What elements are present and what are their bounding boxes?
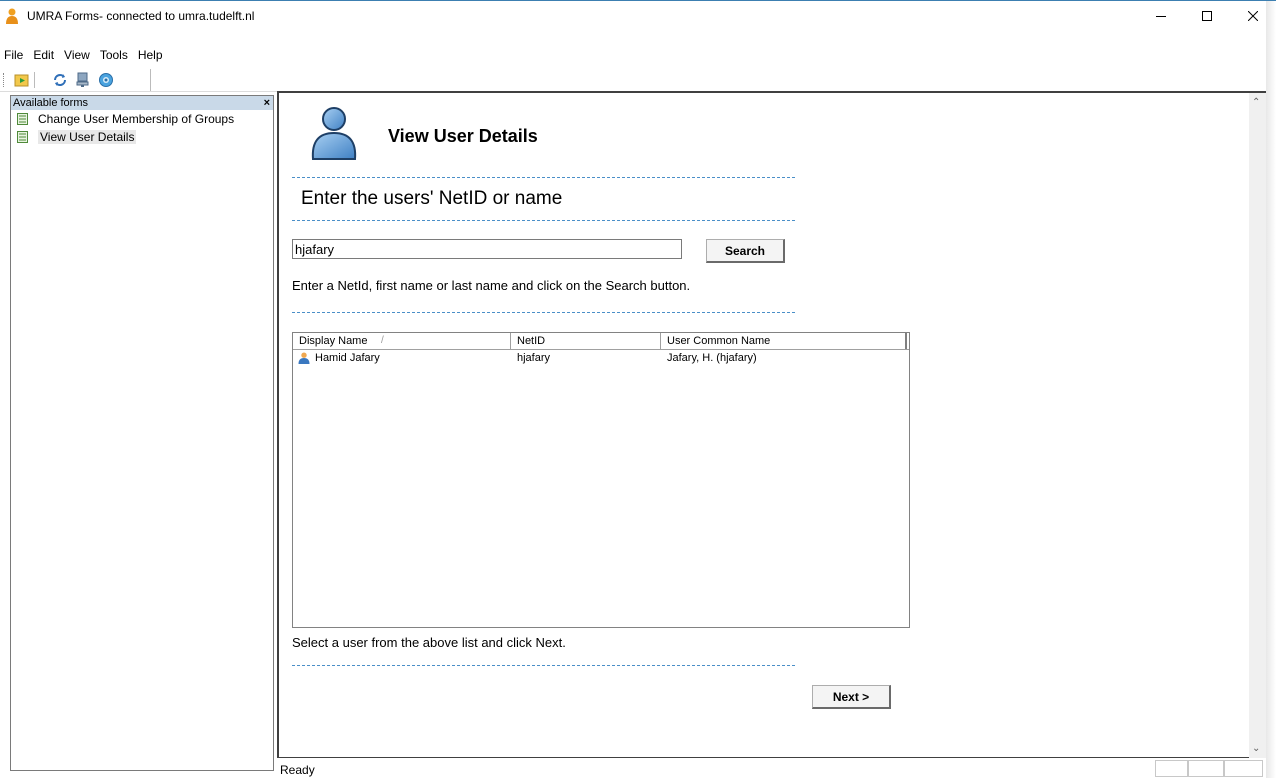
divider (292, 220, 795, 221)
form-item-view-user-details[interactable]: View User Details (11, 128, 273, 146)
open-form-icon (14, 74, 29, 87)
minimize-button[interactable] (1138, 1, 1184, 31)
title-bar: UMRA Forms- connected to umra.tudelft.nl (0, 1, 1276, 31)
column-common-name[interactable]: User Common Name (661, 333, 907, 349)
available-forms-pane: Available forms × Change User Membership… (10, 95, 274, 771)
vertical-scrollbar[interactable]: ⌃ ⌄ (1249, 93, 1266, 758)
refresh-button[interactable] (51, 71, 69, 89)
status-panel (1155, 760, 1188, 777)
form-title: View User Details (388, 126, 538, 146)
search-input[interactable] (292, 239, 682, 259)
column-label: NetID (517, 335, 546, 347)
search-button[interactable]: Search (706, 239, 785, 263)
toolbar-grip[interactable] (3, 73, 6, 87)
pane-header: Available forms × (11, 96, 273, 110)
menu-bar: File Edit View Tools Help (0, 46, 168, 64)
scroll-down-icon[interactable]: ⌄ (1252, 743, 1260, 754)
status-panel (1224, 760, 1263, 777)
list-header: Display Name / NetID User Common Name (293, 333, 909, 350)
cell-display-name: Hamid Jafary (315, 352, 380, 364)
refresh-icon (54, 74, 66, 86)
column-netid[interactable]: NetID (511, 333, 661, 349)
cell-common-name: Jafary, H. (hjafary) (667, 352, 757, 364)
status-bar: Ready (277, 759, 1267, 778)
toolbar-separator (34, 72, 35, 88)
search-hint: Enter a NetId, first name or last name a… (292, 278, 691, 293)
maximize-icon (1202, 11, 1212, 21)
menu-help[interactable]: Help (133, 46, 168, 64)
select-hint: Select a user from the above list and cl… (292, 635, 566, 650)
user-row-icon (298, 352, 310, 364)
settings-icon (99, 73, 113, 87)
window-edge (1266, 1, 1276, 778)
scroll-up-icon[interactable]: ⌃ (1252, 97, 1260, 108)
menu-tools[interactable]: Tools (95, 46, 133, 64)
open-form-button[interactable] (13, 71, 31, 89)
app-window: UMRA Forms- connected to umra.tudelft.nl… (0, 0, 1276, 778)
menu-edit[interactable]: Edit (28, 46, 59, 64)
maximize-button[interactable] (1184, 1, 1230, 31)
form-pane: View User Details Enter the users' NetID… (277, 91, 1267, 758)
toolbar (0, 69, 1276, 92)
user-icon (311, 107, 357, 160)
user-list[interactable]: Display Name / NetID User Common Name Ha… (292, 332, 910, 628)
menu-file[interactable]: File (0, 46, 28, 64)
settings-button[interactable] (97, 71, 115, 89)
form-item-change-membership[interactable]: Change User Membership of Groups (11, 110, 273, 128)
form-icon (17, 113, 28, 125)
form-icon (17, 131, 28, 143)
table-row[interactable]: Hamid Jafary hjafary Jafary, H. (hjafary… (293, 350, 909, 366)
toolbar-end-separator (150, 69, 151, 91)
pane-header-title: Available forms (13, 97, 88, 109)
divider (292, 312, 795, 313)
minimize-icon (1156, 16, 1166, 17)
divider (292, 177, 795, 178)
section-heading: Enter the users' NetID or name (301, 188, 563, 209)
app-person-icon (6, 8, 18, 24)
next-button[interactable]: Next > (812, 685, 891, 709)
sort-indicator: / (381, 335, 384, 346)
form-item-label: Change User Membership of Groups (38, 112, 235, 126)
status-text: Ready (280, 763, 315, 777)
close-icon (1248, 11, 1258, 21)
menu-view[interactable]: View (59, 46, 95, 64)
form-item-label: View User Details (38, 130, 137, 144)
connect-button[interactable] (74, 71, 92, 89)
cell-netid: hjafary (517, 352, 551, 364)
column-display-name[interactable]: Display Name / (293, 333, 511, 349)
column-label: User Common Name (667, 335, 771, 347)
connect-icon (76, 72, 89, 87)
column-label: Display Name (299, 335, 368, 347)
pane-close-button[interactable]: × (264, 96, 270, 110)
status-panel (1188, 760, 1224, 777)
window-title: UMRA Forms- connected to umra.tudelft.nl (27, 9, 255, 23)
divider (292, 665, 795, 666)
